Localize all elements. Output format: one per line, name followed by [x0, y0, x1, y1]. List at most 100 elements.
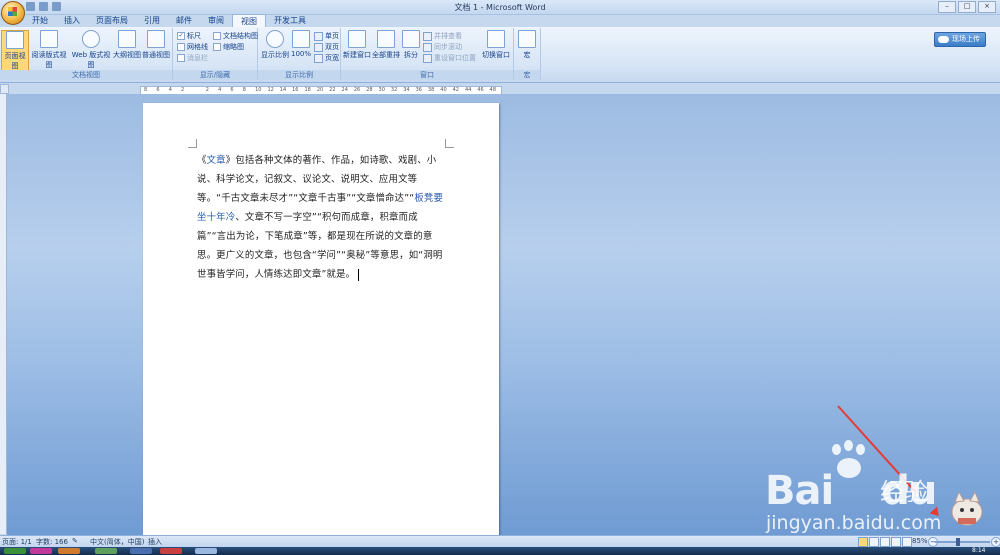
- watermark-url: jingyan.baidu.com: [766, 512, 942, 534]
- switch-windows-button[interactable]: 切换窗口: [481, 30, 511, 60]
- zoom-slider[interactable]: [935, 538, 990, 546]
- group-document-views: 页面视图 阅读版式视图 Web 版式视图 大纲视图 普通视图 文档视图: [0, 28, 173, 80]
- zoom-slider-thumb[interactable]: [956, 538, 961, 546]
- split-button[interactable]: 拆分: [401, 30, 421, 60]
- ruler-tab-selector[interactable]: [0, 84, 9, 94]
- proofing-icon[interactable]: ✎: [72, 537, 78, 545]
- tab-review[interactable]: 审阅: [200, 14, 232, 27]
- switch-windows-icon: [487, 30, 505, 48]
- web-layout-button[interactable]: Web 版式视图: [70, 30, 112, 70]
- ruler-mark: 28: [366, 87, 373, 93]
- ruler-mark: 24: [341, 87, 348, 93]
- gridlines-checkbox[interactable]: 网格线: [177, 42, 208, 52]
- office-button[interactable]: [1, 1, 25, 25]
- draft-view-button[interactable]: 普通视图: [142, 30, 170, 60]
- book-icon: [40, 30, 58, 48]
- tab-references[interactable]: 引用: [136, 14, 168, 27]
- macros-button[interactable]: 宏: [515, 30, 539, 60]
- hyperlink-wenzhang[interactable]: 文章: [207, 155, 226, 166]
- group-label: 显示/隐藏: [173, 70, 257, 80]
- ruler-mark: 6: [156, 87, 160, 93]
- two-pages-button[interactable]: 双页: [314, 42, 339, 52]
- outline-view-button[interactable]: 大纲视图: [113, 30, 141, 60]
- draft-icon: [147, 30, 165, 48]
- message-bar-checkbox: 消息栏: [177, 53, 208, 63]
- web-view-icon[interactable]: [880, 537, 890, 547]
- tab-page-layout[interactable]: 页面布局: [88, 14, 136, 27]
- taskbar-app-icon[interactable]: [95, 548, 117, 554]
- ruler-mark: 2: [181, 87, 185, 93]
- new-window-button[interactable]: 新建窗口: [343, 30, 371, 60]
- vertical-ruler[interactable]: [0, 94, 7, 534]
- ruler-mark: 30: [378, 87, 385, 93]
- zoom-100-button[interactable]: 100%: [290, 30, 312, 58]
- ruler-mark: 38: [427, 87, 435, 93]
- ruler-mark: 8: [144, 87, 148, 93]
- maximize-icon[interactable]: □: [958, 1, 976, 13]
- taskbar-word-icon[interactable]: [195, 548, 217, 554]
- ruler-mark: 4: [168, 87, 172, 93]
- one-page-button[interactable]: 单页: [314, 31, 339, 41]
- two-pages-icon: [314, 42, 323, 52]
- insert-mode[interactable]: 插入: [148, 537, 162, 547]
- upload-button[interactable]: 现场上传: [934, 32, 986, 47]
- minimize-icon[interactable]: –: [938, 1, 956, 13]
- ruler-mark: 4: [218, 87, 222, 93]
- reading-layout-button[interactable]: 阅读版式视图: [30, 30, 68, 70]
- print-layout-view-icon[interactable]: [858, 537, 868, 547]
- globe-icon: [82, 30, 100, 48]
- ruler-mark: 8: [242, 87, 246, 93]
- zoom-level[interactable]: 85%: [912, 537, 928, 545]
- sync-scroll-icon: [423, 42, 432, 52]
- taskbar-clock: 8:14: [972, 547, 986, 554]
- close-icon[interactable]: ×: [978, 1, 996, 13]
- tab-home[interactable]: 开始: [24, 14, 56, 27]
- office-logo-icon: [8, 7, 17, 16]
- word-count[interactable]: 字数: 166: [36, 537, 68, 547]
- group-macros: 宏 宏: [514, 28, 541, 80]
- page-width-button[interactable]: 页宽: [314, 53, 339, 63]
- ruler-mark: 48: [489, 87, 497, 93]
- outline-view-icon[interactable]: [891, 537, 901, 547]
- sync-scroll-button: 同步滚动: [423, 42, 462, 52]
- tab-developer[interactable]: 开发工具: [266, 14, 314, 27]
- reading-view-icon[interactable]: [869, 537, 879, 547]
- group-zoom: 显示比例 100% 单页 双页 页宽 显示比例: [258, 28, 341, 80]
- zoom-button[interactable]: 显示比例: [260, 30, 290, 60]
- ruler-mark: 12: [267, 87, 274, 93]
- ruler-checkbox[interactable]: ✓ 标尺: [177, 31, 201, 41]
- document-body-text[interactable]: 《文章》包括各种文体的著作、作品，如诗歌、戏剧、小说、科学论文，记叙文、议论文、…: [197, 151, 447, 284]
- group-label: 显示比例: [258, 70, 340, 80]
- taskbar-app-icon[interactable]: [30, 548, 52, 554]
- thumbnails-checkbox[interactable]: 缩略图: [213, 42, 244, 52]
- arrange-all-button[interactable]: 全部重排: [372, 30, 400, 60]
- ruler-mark: 22: [329, 87, 336, 93]
- page-width-icon: [314, 53, 323, 63]
- taskbar-app-icon[interactable]: [130, 548, 152, 554]
- taskbar-app-icon[interactable]: [58, 548, 80, 554]
- ruler-mark: 2: [205, 87, 209, 93]
- tab-insert[interactable]: 插入: [56, 14, 88, 27]
- split-icon: [402, 30, 420, 48]
- margin-marker: [188, 139, 197, 148]
- document-page[interactable]: 《文章》包括各种文体的著作、作品，如诗歌、戏剧、小说、科学论文，记叙文、议论文、…: [143, 103, 499, 543]
- zoom-100-icon: [292, 30, 310, 48]
- page-count[interactable]: 页面: 1/1: [2, 537, 32, 547]
- tab-view[interactable]: 视图: [232, 14, 266, 27]
- document-map-checkbox[interactable]: 文档结构图: [213, 31, 258, 41]
- tab-mailings[interactable]: 邮件: [168, 14, 200, 27]
- print-layout-button[interactable]: 页面视图: [1, 30, 29, 72]
- zoom-in-icon[interactable]: +: [991, 537, 1000, 547]
- group-show-hide: ✓ 标尺 网格线 消息栏 文档结构图 缩略图 显示/隐藏: [173, 28, 258, 80]
- language-indicator[interactable]: 中文(简体，中国): [90, 537, 144, 547]
- ruler-mark: 44: [464, 87, 472, 93]
- view-buttons: [858, 537, 912, 547]
- ruler-mark: 46: [477, 87, 484, 93]
- taskbar-app-icon[interactable]: [160, 548, 182, 554]
- ruler-mark: 32: [390, 87, 398, 93]
- ruler-mark: 20: [316, 87, 324, 93]
- draft-view-icon[interactable]: [902, 537, 912, 547]
- ruler-mark: 34: [403, 87, 410, 93]
- start-button[interactable]: [4, 548, 26, 554]
- view-side-by-side-button: 并排查看: [423, 31, 462, 41]
